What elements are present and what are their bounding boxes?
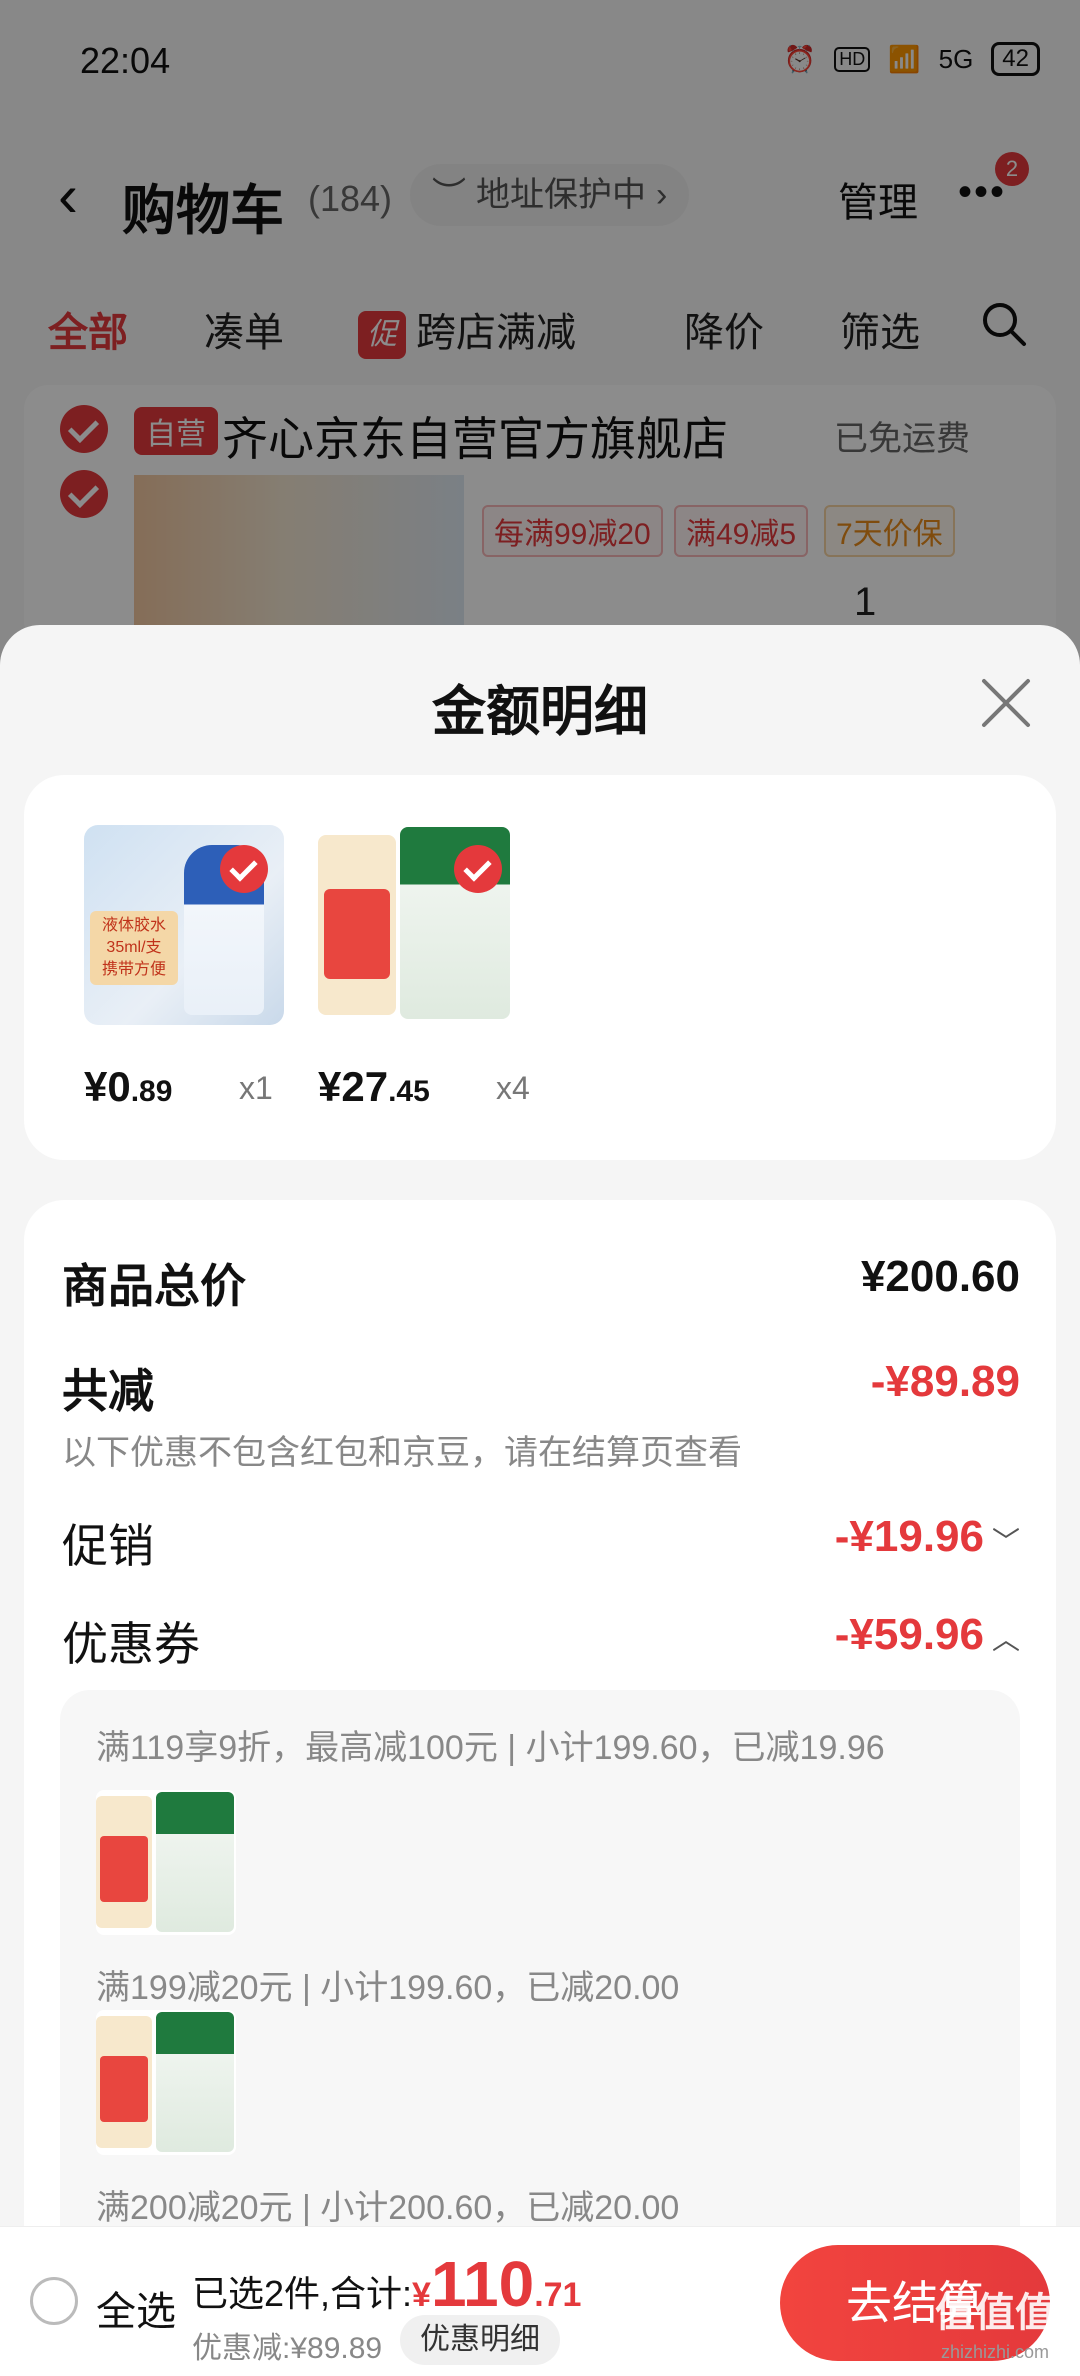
checkout-bar: 全选 已选2件,合计:¥110.71 优惠减:¥89.89 优惠明细 去结算 bbox=[0, 2226, 1080, 2376]
coupon-rule: 满200减20元 | 小计200.60，已减20.00 bbox=[96, 2189, 680, 2227]
selected-text: 已选2件,合计: bbox=[192, 2273, 413, 2314]
reduce-note: 以下优惠不包含红包和京豆，请在结算页查看 bbox=[62, 1434, 742, 1472]
close-icon[interactable] bbox=[978, 675, 1034, 731]
total-reduce-value: -¥89.89 bbox=[870, 1357, 1020, 1406]
item-price-int: ¥27 bbox=[318, 1063, 389, 1110]
coupon-label[interactable]: 优惠券 bbox=[62, 1608, 200, 1674]
promo-label[interactable]: 促销 bbox=[62, 1510, 154, 1576]
check-icon bbox=[220, 845, 268, 893]
promo-value-text: -¥19.96 bbox=[834, 1512, 984, 1561]
watermark-logo-text: 值值值 bbox=[935, 2291, 1055, 2335]
selected-item[interactable]: ¥27.45 x4 bbox=[318, 825, 530, 1110]
item-qty: x1 bbox=[239, 1070, 273, 1106]
watermark-site: zhizhizhi.com bbox=[940, 2342, 1050, 2362]
selected-items-card: 液体胶水 35ml/支 携带方便 ¥0.89 x1 ¥27.45 x4 bbox=[24, 775, 1056, 1160]
select-all-label[interactable]: 全选 bbox=[96, 2279, 176, 2337]
rice-label-graphic bbox=[318, 835, 396, 1015]
amount-detail-sheet: 金额明细 液体胶水 35ml/支 携带方便 ¥0.89 x1 ¥27.45 x4 商… bbox=[0, 625, 1080, 2376]
total-reduce-label: 共减 bbox=[62, 1365, 154, 1417]
total-price-value: ¥200.60 bbox=[860, 1252, 1020, 1301]
coupon-rule: 满199减20元 | 小计199.60，已减20.00 bbox=[96, 1969, 680, 2007]
coupon-rule: 满119享9折，最高减100元 | 小计199.60，已减19.96 bbox=[96, 1729, 885, 1767]
glue-product-image: 液体胶水 35ml/支 携带方便 bbox=[84, 825, 284, 1025]
total-amount-int: 110 bbox=[430, 2248, 535, 2320]
sheet-title: 金额明细 bbox=[432, 682, 648, 742]
promo-value[interactable]: -¥19.96 ﹀ bbox=[835, 1512, 1020, 1562]
item-price: ¥0.89 bbox=[84, 1063, 172, 1111]
coupon-value[interactable]: -¥59.96 ︿ bbox=[835, 1610, 1020, 1660]
amount-breakdown-card: 商品总价 ¥200.60 共减 -¥89.89 以下优惠不包含红包和京豆，请在结… bbox=[24, 1200, 1056, 2376]
select-all-radio[interactable] bbox=[30, 2277, 78, 2325]
selected-item[interactable]: 液体胶水 35ml/支 携带方便 ¥0.89 x1 bbox=[84, 825, 284, 1110]
watermark-logo: 值值值 zhizhizhi.com bbox=[920, 2280, 1070, 2370]
coupon-value-text: -¥59.96 bbox=[834, 1610, 984, 1659]
total-currency: ¥ bbox=[412, 2276, 431, 2314]
rice-product-image bbox=[318, 825, 518, 1025]
chevron-up-icon: ︿ bbox=[991, 1624, 1020, 1655]
item-price-dec: .89 bbox=[130, 1075, 173, 1108]
selected-summary: 已选2件,合计:¥110.71 bbox=[192, 2247, 581, 2321]
check-icon bbox=[454, 845, 502, 893]
item-price: ¥27.45 bbox=[318, 1063, 430, 1111]
discount-detail-button[interactable]: 优惠明细 bbox=[400, 2315, 560, 2365]
total-amount-dec: .71 bbox=[534, 2276, 582, 2314]
item-price-dec: .45 bbox=[388, 1075, 430, 1108]
chevron-down-icon: ﹀ bbox=[991, 1526, 1020, 1557]
total-price-label: 商品总价 bbox=[62, 1260, 246, 1312]
glue-label-graphic: 液体胶水 35ml/支 携带方便 bbox=[90, 911, 178, 985]
discount-summary: 优惠减:¥89.89 bbox=[192, 2332, 383, 2365]
item-qty: x4 bbox=[496, 1070, 530, 1106]
coupon-product-thumb bbox=[96, 2010, 236, 2155]
coupon-product-thumb bbox=[96, 1790, 236, 1935]
item-price-int: ¥0 bbox=[84, 1063, 131, 1110]
